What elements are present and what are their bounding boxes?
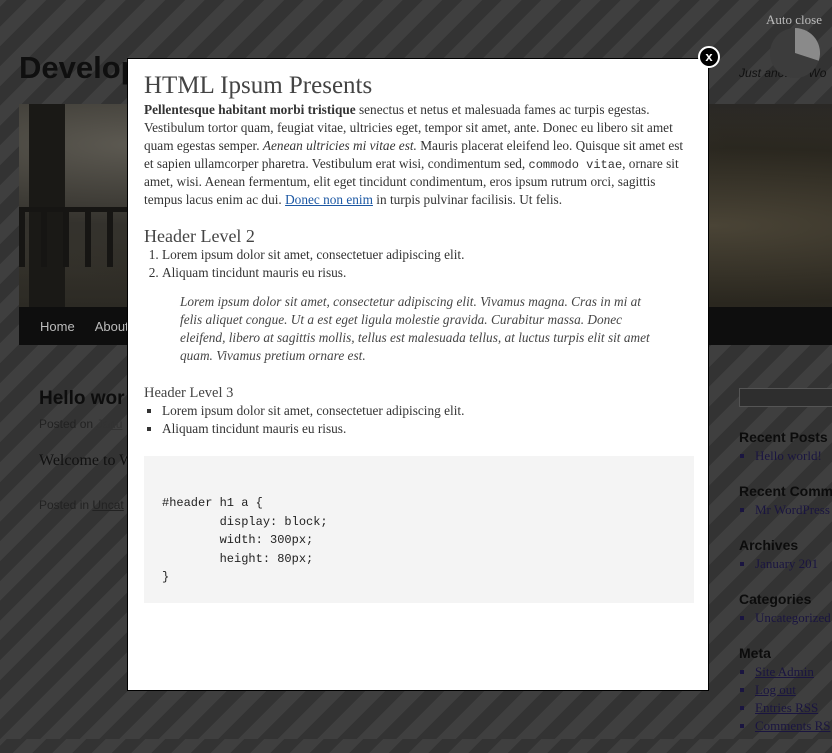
intro-code: commodo vitae <box>528 158 623 172</box>
ordered-list-item: Aliquam tincidunt mauris eu risus. <box>162 264 694 282</box>
unordered-list-item: Lorem ipsum dolor sit amet, consectetuer… <box>162 402 694 420</box>
ordered-list: Lorem ipsum dolor sit amet, consectetuer… <box>144 246 694 282</box>
lightbox-content: HTML Ipsum Presents Pellentesque habitan… <box>144 71 694 603</box>
nav-item-home[interactable]: Home <box>40 319 75 334</box>
lightbox-modal: HTML Ipsum Presents Pellentesque habitan… <box>127 58 709 691</box>
meta-link-site-admin[interactable]: Site Admin <box>755 663 832 681</box>
category-link[interactable]: Uncategorized <box>755 609 832 627</box>
post-title[interactable]: Hello wor <box>39 388 125 410</box>
post-footer: Posted in Uncat <box>39 498 124 512</box>
autoclose-label: Auto close <box>766 12 822 27</box>
search-input[interactable] <box>739 388 832 407</box>
header-level-2: Header Level 2 <box>144 226 255 246</box>
post-meta: Posted on Janu <box>39 417 122 431</box>
recent-comment-link[interactable]: Mr WordPress <box>755 501 832 519</box>
post-category-link[interactable]: Uncat <box>92 498 123 512</box>
archive-link[interactable]: January 201 <box>755 555 832 573</box>
meta-link-comments-rss[interactable]: Comments RS <box>755 717 832 735</box>
intro-paragraph: Pellentesque habitant morbi tristique se… <box>144 101 694 209</box>
unordered-list: Lorem ipsum dolor sit amet, consectetuer… <box>144 402 694 438</box>
site-title[interactable]: Develop <box>19 50 140 86</box>
lightbox-title: HTML Ipsum Presents <box>144 72 373 99</box>
post-date-link[interactable]: Janu <box>96 417 122 431</box>
widget-heading-categories: Categories <box>739 591 812 607</box>
meta-link-entries-rss[interactable]: Entries RSS <box>755 699 832 717</box>
post-footer-prefix: Posted in <box>39 498 90 512</box>
intro-link[interactable]: Donec non enim <box>285 192 373 207</box>
unordered-list-item: Aliquam tincidunt mauris eu risus. <box>162 420 694 438</box>
widget-heading-archives: Archives <box>739 537 799 553</box>
widget-heading-recent-posts: Recent Posts <box>739 429 828 445</box>
widget-heading-meta: Meta <box>739 645 771 661</box>
post-body: Welcome to W <box>39 452 135 469</box>
blockquote: Lorem ipsum dolor sit amet, consectetur … <box>180 294 650 363</box>
post-meta-prefix: Posted on <box>39 417 94 431</box>
meta-link-log-out[interactable]: Log out <box>755 681 832 699</box>
ordered-list-item: Lorem ipsum dolor sit amet, consectetuer… <box>162 246 694 264</box>
intro-strong: Pellentesque habitant morbi tristique <box>144 102 356 117</box>
code-block-content: #header h1 a { display: block; width: 30… <box>162 496 328 584</box>
tree-trunk-decoration <box>29 104 65 307</box>
sidebar: Recent Posts Hello world! Recent Comm Mr… <box>739 388 832 753</box>
close-button[interactable]: x <box>698 46 720 68</box>
header-level-3: Header Level 3 <box>144 385 234 401</box>
recent-post-link[interactable]: Hello world! <box>755 447 832 465</box>
widget-heading-recent-comments: Recent Comm <box>739 483 832 499</box>
autoclose-timer-pie <box>770 28 821 78</box>
intro-text-4: in turpis pulvinar facilisis. Ut felis. <box>372 192 563 207</box>
intro-emphasis: Aenean ultricies mi vitae est. <box>262 138 417 153</box>
nav-item-about[interactable]: About <box>95 319 129 334</box>
code-block: #header h1 a { display: block; width: 30… <box>144 456 694 603</box>
